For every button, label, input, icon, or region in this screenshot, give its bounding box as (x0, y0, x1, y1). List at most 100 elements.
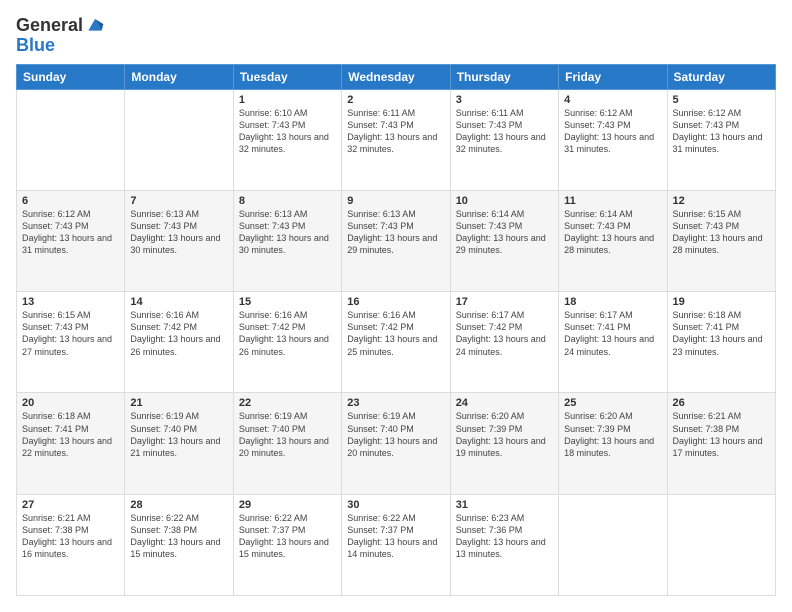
day-cell: 25Sunrise: 6:20 AMSunset: 7:39 PMDayligh… (559, 393, 667, 494)
day-number: 15 (239, 296, 336, 308)
weekday-header-friday: Friday (559, 64, 667, 89)
week-row-3: 13Sunrise: 6:15 AMSunset: 7:43 PMDayligh… (17, 292, 776, 393)
day-number: 5 (673, 94, 770, 106)
day-cell: 22Sunrise: 6:19 AMSunset: 7:40 PMDayligh… (233, 393, 341, 494)
day-cell: 21Sunrise: 6:19 AMSunset: 7:40 PMDayligh… (125, 393, 233, 494)
day-number: 27 (22, 499, 119, 511)
day-cell: 16Sunrise: 6:16 AMSunset: 7:42 PMDayligh… (342, 292, 450, 393)
day-info: Sunrise: 6:13 AMSunset: 7:43 PMDaylight:… (239, 208, 336, 257)
day-cell: 3Sunrise: 6:11 AMSunset: 7:43 PMDaylight… (450, 89, 558, 190)
day-number: 7 (130, 195, 227, 207)
day-info: Sunrise: 6:10 AMSunset: 7:43 PMDaylight:… (239, 107, 336, 156)
day-cell: 18Sunrise: 6:17 AMSunset: 7:41 PMDayligh… (559, 292, 667, 393)
day-number: 8 (239, 195, 336, 207)
day-info: Sunrise: 6:19 AMSunset: 7:40 PMDaylight:… (130, 410, 227, 459)
day-number: 6 (22, 195, 119, 207)
week-row-1: 1Sunrise: 6:10 AMSunset: 7:43 PMDaylight… (17, 89, 776, 190)
day-cell: 1Sunrise: 6:10 AMSunset: 7:43 PMDaylight… (233, 89, 341, 190)
day-cell (17, 89, 125, 190)
weekday-header-saturday: Saturday (667, 64, 775, 89)
page: General Blue SundayMondayTuesdayWednesda… (0, 0, 792, 612)
day-cell: 5Sunrise: 6:12 AMSunset: 7:43 PMDaylight… (667, 89, 775, 190)
day-info: Sunrise: 6:21 AMSunset: 7:38 PMDaylight:… (673, 410, 770, 459)
day-info: Sunrise: 6:17 AMSunset: 7:41 PMDaylight:… (564, 309, 661, 358)
day-number: 12 (673, 195, 770, 207)
day-info: Sunrise: 6:18 AMSunset: 7:41 PMDaylight:… (22, 410, 119, 459)
day-info: Sunrise: 6:11 AMSunset: 7:43 PMDaylight:… (456, 107, 553, 156)
day-info: Sunrise: 6:16 AMSunset: 7:42 PMDaylight:… (130, 309, 227, 358)
day-cell: 20Sunrise: 6:18 AMSunset: 7:41 PMDayligh… (17, 393, 125, 494)
day-cell: 26Sunrise: 6:21 AMSunset: 7:38 PMDayligh… (667, 393, 775, 494)
day-info: Sunrise: 6:18 AMSunset: 7:41 PMDaylight:… (673, 309, 770, 358)
day-number: 30 (347, 499, 444, 511)
weekday-header-wednesday: Wednesday (342, 64, 450, 89)
day-info: Sunrise: 6:11 AMSunset: 7:43 PMDaylight:… (347, 107, 444, 156)
day-cell: 2Sunrise: 6:11 AMSunset: 7:43 PMDaylight… (342, 89, 450, 190)
day-number: 25 (564, 397, 661, 409)
day-number: 9 (347, 195, 444, 207)
day-number: 14 (130, 296, 227, 308)
day-number: 3 (456, 94, 553, 106)
day-info: Sunrise: 6:22 AMSunset: 7:37 PMDaylight:… (239, 512, 336, 561)
weekday-header-row: SundayMondayTuesdayWednesdayThursdayFrid… (17, 64, 776, 89)
day-cell: 31Sunrise: 6:23 AMSunset: 7:36 PMDayligh… (450, 494, 558, 595)
day-info: Sunrise: 6:19 AMSunset: 7:40 PMDaylight:… (347, 410, 444, 459)
day-number: 13 (22, 296, 119, 308)
day-cell: 10Sunrise: 6:14 AMSunset: 7:43 PMDayligh… (450, 190, 558, 291)
day-number: 20 (22, 397, 119, 409)
day-number: 21 (130, 397, 227, 409)
day-cell: 7Sunrise: 6:13 AMSunset: 7:43 PMDaylight… (125, 190, 233, 291)
day-info: Sunrise: 6:13 AMSunset: 7:43 PMDaylight:… (347, 208, 444, 257)
day-cell: 27Sunrise: 6:21 AMSunset: 7:38 PMDayligh… (17, 494, 125, 595)
day-cell: 11Sunrise: 6:14 AMSunset: 7:43 PMDayligh… (559, 190, 667, 291)
day-info: Sunrise: 6:19 AMSunset: 7:40 PMDaylight:… (239, 410, 336, 459)
day-cell (559, 494, 667, 595)
weekday-header-tuesday: Tuesday (233, 64, 341, 89)
day-info: Sunrise: 6:12 AMSunset: 7:43 PMDaylight:… (22, 208, 119, 257)
day-cell: 6Sunrise: 6:12 AMSunset: 7:43 PMDaylight… (17, 190, 125, 291)
day-number: 11 (564, 195, 661, 207)
logo-text-general: General (16, 16, 83, 36)
weekday-header-monday: Monday (125, 64, 233, 89)
day-cell: 4Sunrise: 6:12 AMSunset: 7:43 PMDaylight… (559, 89, 667, 190)
day-cell: 12Sunrise: 6:15 AMSunset: 7:43 PMDayligh… (667, 190, 775, 291)
day-info: Sunrise: 6:12 AMSunset: 7:43 PMDaylight:… (673, 107, 770, 156)
logo-icon (85, 14, 105, 34)
header: General Blue (16, 16, 776, 56)
day-number: 28 (130, 499, 227, 511)
day-info: Sunrise: 6:22 AMSunset: 7:37 PMDaylight:… (347, 512, 444, 561)
day-number: 26 (673, 397, 770, 409)
logo: General Blue (16, 16, 105, 56)
day-info: Sunrise: 6:13 AMSunset: 7:43 PMDaylight:… (130, 208, 227, 257)
day-cell (667, 494, 775, 595)
day-number: 2 (347, 94, 444, 106)
calendar-table: SundayMondayTuesdayWednesdayThursdayFrid… (16, 64, 776, 596)
day-number: 23 (347, 397, 444, 409)
day-number: 22 (239, 397, 336, 409)
day-number: 18 (564, 296, 661, 308)
day-info: Sunrise: 6:20 AMSunset: 7:39 PMDaylight:… (564, 410, 661, 459)
day-cell: 28Sunrise: 6:22 AMSunset: 7:38 PMDayligh… (125, 494, 233, 595)
day-cell: 29Sunrise: 6:22 AMSunset: 7:37 PMDayligh… (233, 494, 341, 595)
weekday-header-thursday: Thursday (450, 64, 558, 89)
day-info: Sunrise: 6:23 AMSunset: 7:36 PMDaylight:… (456, 512, 553, 561)
day-number: 31 (456, 499, 553, 511)
week-row-4: 20Sunrise: 6:18 AMSunset: 7:41 PMDayligh… (17, 393, 776, 494)
day-info: Sunrise: 6:17 AMSunset: 7:42 PMDaylight:… (456, 309, 553, 358)
day-cell: 17Sunrise: 6:17 AMSunset: 7:42 PMDayligh… (450, 292, 558, 393)
day-cell: 13Sunrise: 6:15 AMSunset: 7:43 PMDayligh… (17, 292, 125, 393)
day-cell: 30Sunrise: 6:22 AMSunset: 7:37 PMDayligh… (342, 494, 450, 595)
day-number: 29 (239, 499, 336, 511)
day-number: 19 (673, 296, 770, 308)
weekday-header-sunday: Sunday (17, 64, 125, 89)
day-number: 17 (456, 296, 553, 308)
week-row-5: 27Sunrise: 6:21 AMSunset: 7:38 PMDayligh… (17, 494, 776, 595)
day-cell: 23Sunrise: 6:19 AMSunset: 7:40 PMDayligh… (342, 393, 450, 494)
day-cell: 14Sunrise: 6:16 AMSunset: 7:42 PMDayligh… (125, 292, 233, 393)
day-number: 16 (347, 296, 444, 308)
day-cell: 24Sunrise: 6:20 AMSunset: 7:39 PMDayligh… (450, 393, 558, 494)
day-number: 1 (239, 94, 336, 106)
day-info: Sunrise: 6:20 AMSunset: 7:39 PMDaylight:… (456, 410, 553, 459)
day-cell: 9Sunrise: 6:13 AMSunset: 7:43 PMDaylight… (342, 190, 450, 291)
logo-text-blue: Blue (16, 36, 105, 56)
